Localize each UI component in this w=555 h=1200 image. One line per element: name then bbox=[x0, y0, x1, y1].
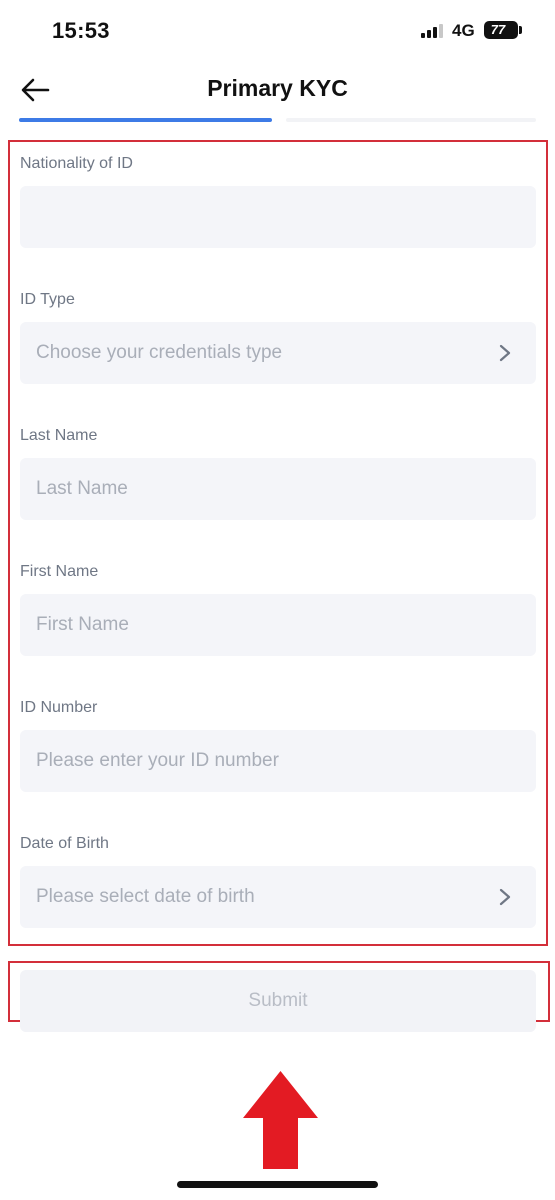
battery-cap bbox=[519, 26, 522, 34]
dob-select[interactable]: Please select date of birth bbox=[20, 866, 536, 928]
arrow-up-icon bbox=[243, 1071, 318, 1169]
first-name-label: First Name bbox=[20, 563, 99, 580]
dob-placeholder: Please select date of birth bbox=[36, 886, 255, 907]
id-number-input[interactable]: Please enter your ID number bbox=[20, 730, 536, 792]
form-highlight-box bbox=[8, 140, 548, 946]
submit-button[interactable]: Submit bbox=[20, 970, 536, 1032]
chevron-right-icon bbox=[499, 344, 511, 362]
last-name-input[interactable]: Last Name bbox=[20, 458, 536, 520]
first-name-input[interactable]: First Name bbox=[20, 594, 536, 656]
id-number-label: ID Number bbox=[20, 699, 98, 716]
signal-icon bbox=[421, 24, 445, 38]
step-1-indicator bbox=[19, 118, 272, 122]
id-type-placeholder: Choose your credentials type bbox=[36, 342, 283, 363]
header: Primary KYC bbox=[0, 64, 555, 120]
nationality-label: Nationality of ID bbox=[20, 155, 133, 172]
first-name-placeholder: First Name bbox=[36, 614, 129, 635]
status-time: 15:53 bbox=[52, 18, 110, 43]
last-name-placeholder: Last Name bbox=[36, 478, 128, 499]
page-title: Primary KYC bbox=[207, 75, 348, 101]
battery-level: 77 bbox=[490, 22, 506, 37]
id-type-label: ID Type bbox=[20, 291, 75, 308]
battery-icon: 77 bbox=[484, 21, 518, 39]
id-number-placeholder: Please enter your ID number bbox=[36, 750, 279, 771]
network-type: 4G bbox=[452, 21, 475, 40]
status-bar: 15:53 4G 77 bbox=[0, 0, 555, 64]
id-type-select[interactable]: Choose your credentials type bbox=[20, 322, 536, 384]
home-indicator bbox=[177, 1181, 378, 1188]
last-name-label: Last Name bbox=[20, 427, 98, 444]
chevron-right-icon bbox=[499, 888, 511, 906]
step-progress bbox=[0, 118, 555, 122]
dob-label: Date of Birth bbox=[20, 835, 109, 852]
nationality-field[interactable] bbox=[20, 186, 536, 248]
step-2-indicator bbox=[286, 118, 536, 122]
